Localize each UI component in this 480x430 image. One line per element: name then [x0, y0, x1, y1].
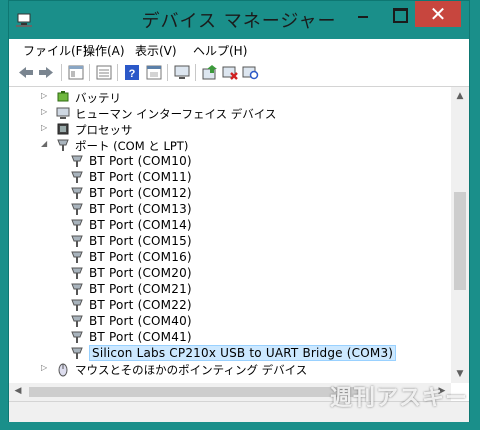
- hid-icon: [56, 107, 70, 119]
- port-item-label: BT Port (COM16): [89, 250, 192, 264]
- menu-view[interactable]: 表示(V): [135, 42, 177, 59]
- tree-node-label: ポート (COM と LPT): [75, 139, 189, 153]
- vertical-scrollbar[interactable]: ▲ ▼: [451, 87, 469, 383]
- battery-icon: [57, 91, 69, 102]
- toolbar-separator: [117, 64, 118, 81]
- port-item-label: Silicon Labs CP210x USB to UART Bridge (…: [89, 345, 397, 361]
- menu-file[interactable]: ファイル(F): [23, 42, 87, 59]
- mouse-icon: [58, 363, 68, 377]
- port-icon: [71, 331, 83, 343]
- toolbar-separator: [167, 64, 168, 81]
- port-icon: [71, 267, 83, 279]
- toolbar: ?: [9, 60, 469, 87]
- port-icon: [71, 203, 83, 215]
- port-item-label: BT Port (COM22): [89, 298, 192, 312]
- view-toggle-icon[interactable]: [145, 64, 163, 81]
- title-bar[interactable]: デバイス マネージャー ✕: [9, 1, 469, 39]
- scroll-down-icon[interactable]: ▼: [454, 368, 466, 380]
- port-icon: [71, 219, 83, 231]
- watermark: 週刊アスキー: [329, 386, 468, 411]
- expand-arrow-icon[interactable]: ▷: [41, 363, 51, 373]
- port-item-label: BT Port (COM13): [89, 202, 192, 216]
- device-manager-window: デバイス マネージャー ✕ ファイル(F) 操作(A) 表示(V) ヘルプ(H): [8, 0, 470, 422]
- vertical-scroll-thumb[interactable]: [454, 192, 466, 290]
- minimize-icon: [358, 16, 368, 18]
- port-icon: [71, 235, 83, 247]
- tree-node-label: プロセッサ: [75, 123, 133, 137]
- expand-arrow-icon[interactable]: ▷: [41, 91, 51, 101]
- toolbar-separator: [195, 64, 196, 81]
- update-driver-icon[interactable]: [201, 64, 219, 81]
- monitor-icon[interactable]: [173, 64, 191, 81]
- port-item-label: BT Port (COM15): [89, 234, 192, 248]
- tree-view-icon[interactable]: [67, 64, 85, 81]
- port-item-label: BT Port (COM12): [89, 186, 192, 200]
- port-icon: [71, 299, 83, 311]
- tree-node-label: ヒューマン インターフェイス デバイス: [75, 107, 277, 121]
- port-icon: [71, 155, 83, 167]
- disable-device-icon[interactable]: [221, 64, 239, 81]
- processor-icon: [57, 123, 69, 135]
- device-tree: ▷ バッテリ ▷ ヒューマン インターフェイス デバイス ▷ プロセッサ ◢ ポート (COM…: [9, 87, 449, 377]
- scan-hardware-icon[interactable]: [241, 64, 259, 81]
- properties-icon[interactable]: [95, 64, 113, 81]
- svg-text:?: ?: [129, 68, 136, 80]
- toolbar-separator: [61, 64, 62, 81]
- port-item-label: BT Port (COM40): [89, 314, 192, 328]
- minimize-button[interactable]: [345, 1, 379, 27]
- port-item-label: BT Port (COM41): [89, 330, 192, 344]
- toolbar-separator: [89, 64, 90, 81]
- help-icon[interactable]: ?: [123, 64, 141, 81]
- maximize-button[interactable]: [382, 1, 416, 27]
- expand-arrow-icon[interactable]: ▷: [41, 123, 51, 133]
- port-icon: [71, 283, 83, 295]
- close-icon: ✕: [429, 2, 447, 26]
- tree-node-label: マウスとそのほかのポインティング デバイス: [75, 363, 308, 377]
- port-item-label: BT Port (COM21): [89, 282, 192, 296]
- expand-arrow-icon[interactable]: ▷: [41, 107, 51, 117]
- menu-help[interactable]: ヘルプ(H): [193, 42, 247, 59]
- horizontal-scroll-thumb[interactable]: [29, 387, 359, 397]
- close-button[interactable]: ✕: [415, 1, 461, 27]
- port-icon: [71, 251, 83, 263]
- port-item-label: BT Port (COM11): [89, 170, 192, 184]
- port-item-label: BT Port (COM10): [89, 154, 192, 168]
- scroll-left-icon[interactable]: ◀: [12, 386, 24, 396]
- collapse-arrow-icon[interactable]: ◢: [41, 139, 51, 149]
- port-icon: [71, 347, 83, 359]
- menu-action[interactable]: 操作(A): [83, 42, 125, 59]
- port-icon: [57, 139, 69, 151]
- port-icon: [71, 315, 83, 327]
- tree-node-label: バッテリ: [75, 91, 121, 105]
- forward-arrow-icon[interactable]: [37, 64, 55, 81]
- port-item-label: BT Port (COM20): [89, 266, 192, 280]
- port-icon: [71, 187, 83, 199]
- back-arrow-icon[interactable]: [17, 64, 35, 81]
- maximize-icon: [393, 8, 408, 23]
- scroll-up-icon[interactable]: ▲: [454, 90, 466, 102]
- port-icon: [71, 171, 83, 183]
- menu-bar: ファイル(F) 操作(A) 表示(V) ヘルプ(H): [9, 39, 469, 60]
- port-item-label: BT Port (COM14): [89, 218, 192, 232]
